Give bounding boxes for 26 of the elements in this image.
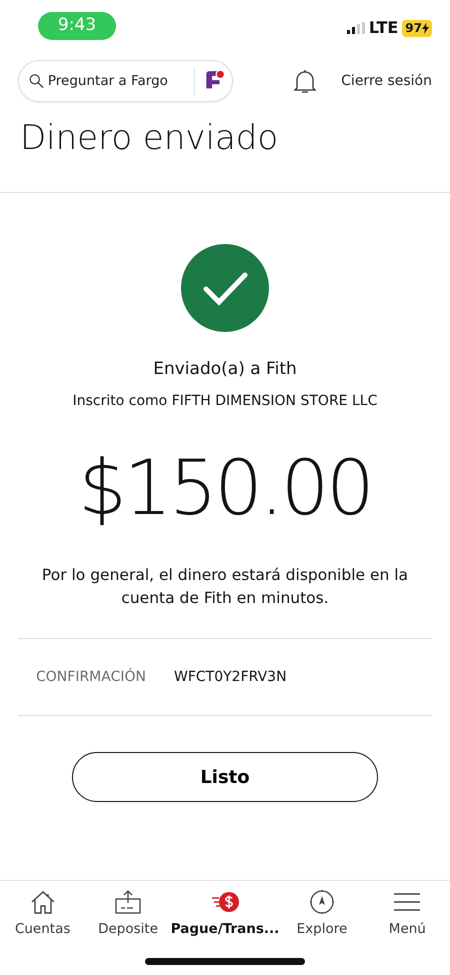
- signal-icon: [346, 22, 365, 34]
- tab-bar-item[interactable]: Deposite: [85, 889, 171, 940]
- bell-icon[interactable]: [293, 68, 317, 94]
- clock-time: 9:43: [38, 12, 116, 40]
- tab-bar-item[interactable]: Menú: [364, 889, 450, 940]
- confirmation-number: WFCT0Y2FRV3N: [174, 668, 287, 686]
- tab-bar-item[interactable]: Pague/Trans...: [170, 889, 280, 940]
- upload-icon: [113, 889, 144, 915]
- network-label: LTE: [368, 17, 398, 39]
- tab-bar-item[interactable]: Explore: [279, 889, 365, 940]
- search-field[interactable]: Preguntar a Fargo: [44, 70, 194, 92]
- confirmation-label: CONFIRMACIÓN: [36, 667, 146, 686]
- amount-text: $150.00: [78, 450, 372, 526]
- page-title: Dinero enviado: [19, 117, 280, 160]
- recipient-text: Enviado(a) a Fith: [153, 358, 297, 381]
- bolt-icon: [422, 22, 429, 34]
- tab-bar-item[interactable]: Cuentas: [0, 889, 86, 940]
- enrolled-name: Inscrito como FIFTH DIMENSION STORE LLC: [72, 392, 378, 410]
- done-button[interactable]: Listo: [72, 752, 378, 802]
- search-bar[interactable]: Preguntar a Fargo: [18, 60, 233, 102]
- battery-level: 97: [405, 20, 422, 37]
- checkmark-icon: [180, 243, 270, 333]
- dollar-icon: [210, 889, 240, 915]
- availability-message: Por lo general, el dinero estará disponible en la cuenta de Fith en minutos.: [40, 564, 410, 609]
- logout-link[interactable]: Cierre sesión: [341, 70, 432, 92]
- search-icon: [29, 72, 44, 90]
